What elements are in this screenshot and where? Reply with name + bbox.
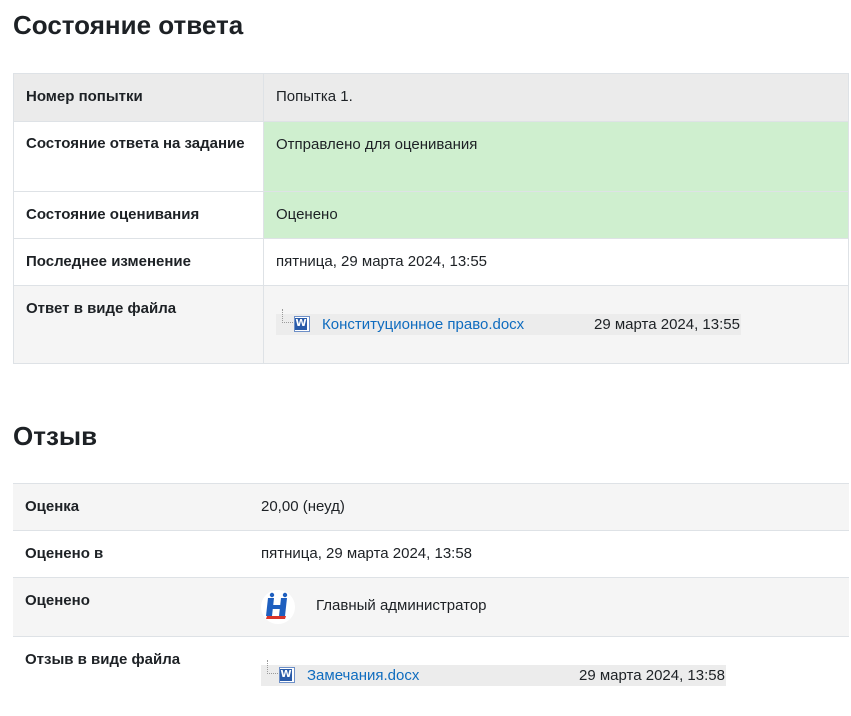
table-row: Оценено в пятница, 29 марта 2024, 13:58: [13, 530, 849, 578]
submission-status-heading: Состояние ответа: [13, 10, 244, 40]
graded-on-value: пятница, 29 марта 2024, 13:58: [249, 530, 849, 578]
table-row: Номер попытки Попытка 1.: [13, 73, 849, 122]
last-modified-label: Последнее изменение: [13, 238, 264, 286]
file-tree-item: W Конституционное право.docx 29 марта 20…: [276, 309, 741, 335]
feedback-file-date: 29 марта 2024, 13:58: [579, 667, 725, 684]
word-document-icon: W: [294, 316, 310, 332]
table-row: Оценка 20,00 (неуд): [13, 483, 849, 531]
submission-status-value: Отправлено для оценивания: [263, 121, 849, 192]
feedback-table: Оценка 20,00 (неуд) Оценено в пятница, 2…: [13, 483, 849, 699]
word-document-icon: W: [279, 667, 295, 683]
graded-on-label: Оценено в: [13, 530, 249, 578]
attempt-number-value: Попытка 1.: [263, 73, 849, 122]
attempt-number-label: Номер попытки: [13, 73, 264, 122]
submission-file-date: 29 марта 2024, 13:55: [594, 316, 740, 333]
grader-name: Главный администратор: [316, 597, 487, 614]
file-submission-cell: W Конституционное право.docx 29 марта 20…: [263, 285, 849, 364]
graded-by-cell: Главный администратор: [249, 577, 849, 637]
user-avatar-icon[interactable]: [261, 590, 295, 624]
feedback-file-label: Отзыв в виде файла: [25, 651, 181, 668]
feedback-file-cell: W Замечания.docx 29 марта 2024, 13:58: [249, 637, 849, 699]
submission-status-table: Номер попытки Попытка 1. Состояние ответ…: [13, 73, 849, 364]
grade-label: Оценка: [13, 483, 249, 531]
file-tree-item: W Замечания.docx 29 марта 2024, 13:58: [261, 660, 726, 686]
grading-status-value: Оценено: [263, 191, 849, 239]
table-row: Отзыв в виде файла W Замечания.docx 29 м…: [13, 636, 849, 699]
grading-status-label: Состояние оценивания: [13, 191, 264, 239]
feedback-heading: Отзыв: [13, 421, 98, 451]
grade-value: 20,00 (неуд): [249, 483, 849, 531]
table-row: Состояние ответа на задание Отправлено д…: [13, 121, 849, 192]
graded-by-label: Оценено: [13, 577, 249, 637]
table-row: Ответ в виде файла W Конституционное пра…: [13, 285, 849, 364]
file-submission-label: Ответ в виде файла: [13, 285, 264, 364]
feedback-file-link[interactable]: Замечания.docx: [307, 667, 419, 684]
submission-status-label: Состояние ответа на задание: [13, 121, 264, 192]
submission-file-link[interactable]: Конституционное право.docx: [322, 316, 524, 333]
table-row: Оценено Главный администратор: [13, 577, 849, 637]
table-row: Последнее изменение пятница, 29 марта 20…: [13, 238, 849, 286]
last-modified-value: пятница, 29 марта 2024, 13:55: [263, 238, 849, 286]
table-row: Состояние оценивания Оценено: [13, 191, 849, 239]
